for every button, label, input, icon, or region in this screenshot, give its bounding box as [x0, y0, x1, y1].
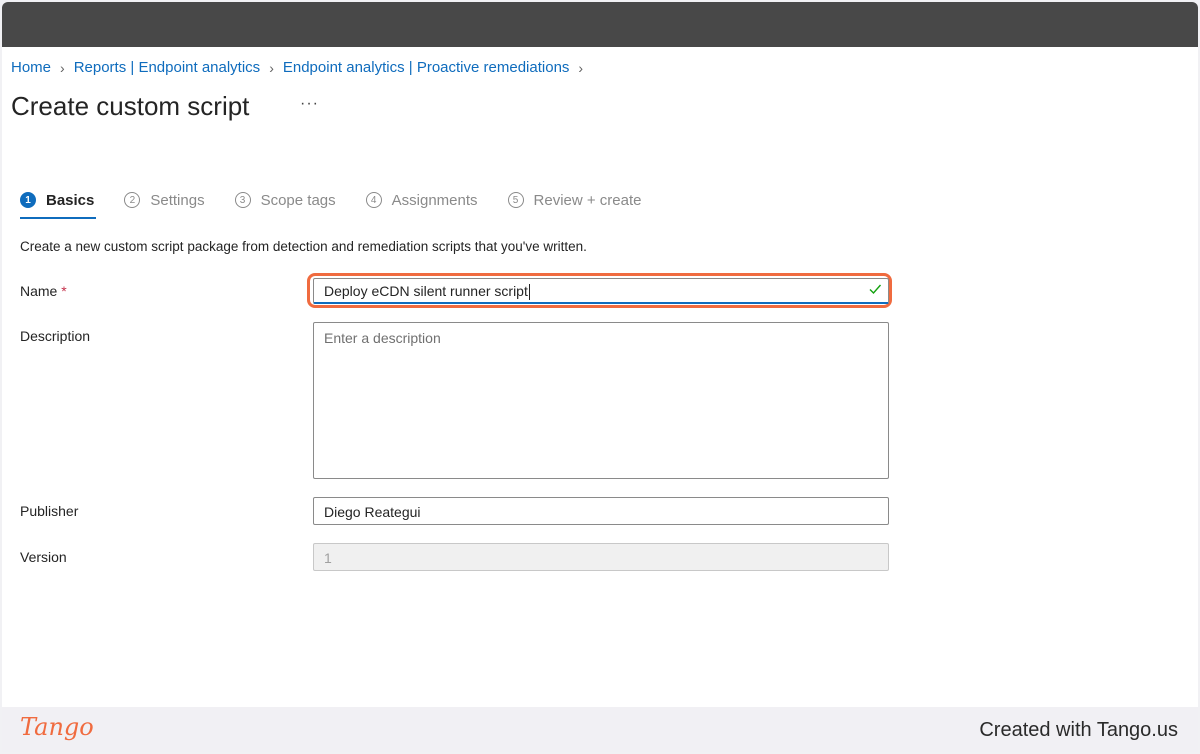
- step-label: Settings: [150, 191, 205, 209]
- required-mark: *: [61, 283, 67, 299]
- step-review-create[interactable]: 5 Review + create: [507, 187, 642, 213]
- step-label: Assignments: [391, 191, 478, 209]
- step-label: Scope tags: [260, 191, 336, 209]
- text-caret: [528, 284, 530, 301]
- step-basics[interactable]: 1 Basics: [20, 187, 97, 219]
- page-title: Create custom script: [11, 91, 250, 121]
- publisher-value: Diego Reategui: [324, 504, 421, 520]
- main-panel: Home › Reports | Endpoint analytics › En…: [2, 47, 1198, 707]
- step-label: Basics: [46, 191, 95, 209]
- chevron-right-icon: ›: [60, 59, 65, 76]
- breadcrumb-reports-endpoint-analytics[interactable]: Reports | Endpoint analytics: [74, 59, 261, 76]
- breadcrumb-proactive-remediations[interactable]: Endpoint analytics | Proactive remediati…: [283, 59, 570, 76]
- description-label: Description: [20, 328, 91, 344]
- checkmark-icon: [869, 284, 882, 295]
- name-input-value: Deploy eCDN silent runner script: [324, 283, 528, 299]
- publisher-label: Publisher: [20, 503, 79, 519]
- version-label: Version: [20, 549, 67, 565]
- breadcrumb-home[interactable]: Home: [11, 59, 51, 76]
- name-input[interactable]: Deploy eCDN silent runner script: [313, 278, 889, 304]
- version-value: 1: [324, 550, 332, 566]
- created-with-text: Created with Tango.us: [979, 719, 1178, 741]
- step-number: 4: [365, 192, 382, 208]
- step-label: Review + create: [533, 191, 642, 209]
- name-label-text: Name: [20, 283, 58, 299]
- breadcrumb: Home › Reports | Endpoint analytics › En…: [11, 59, 592, 76]
- step-number: 1: [20, 192, 36, 208]
- browser-top-bar: [2, 2, 1198, 47]
- chevron-right-icon: ›: [269, 59, 274, 76]
- wizard-steps: 1 Basics 2 Settings 3 Scope tags 4 Assig…: [20, 187, 671, 219]
- step-number: 3: [234, 192, 251, 208]
- step-scope-tags[interactable]: 3 Scope tags: [234, 187, 336, 213]
- tango-logo: Tango: [20, 713, 94, 741]
- description-placeholder: Enter a description: [324, 330, 441, 346]
- step-settings[interactable]: 2 Settings: [124, 187, 205, 213]
- footer: Tango Created with Tango.us: [2, 707, 1198, 752]
- chevron-right-icon: ›: [578, 59, 584, 76]
- name-label: Name *: [20, 283, 67, 299]
- version-input: 1: [313, 543, 889, 571]
- form-intro: Create a new custom script package from …: [20, 239, 587, 254]
- step-number: 5: [507, 192, 524, 208]
- description-textarea[interactable]: Enter a description: [313, 322, 889, 479]
- step-number: 2: [124, 192, 141, 208]
- publisher-input[interactable]: Diego Reategui: [313, 497, 889, 525]
- step-assignments[interactable]: 4 Assignments: [365, 187, 478, 213]
- more-icon[interactable]: ···: [300, 95, 319, 113]
